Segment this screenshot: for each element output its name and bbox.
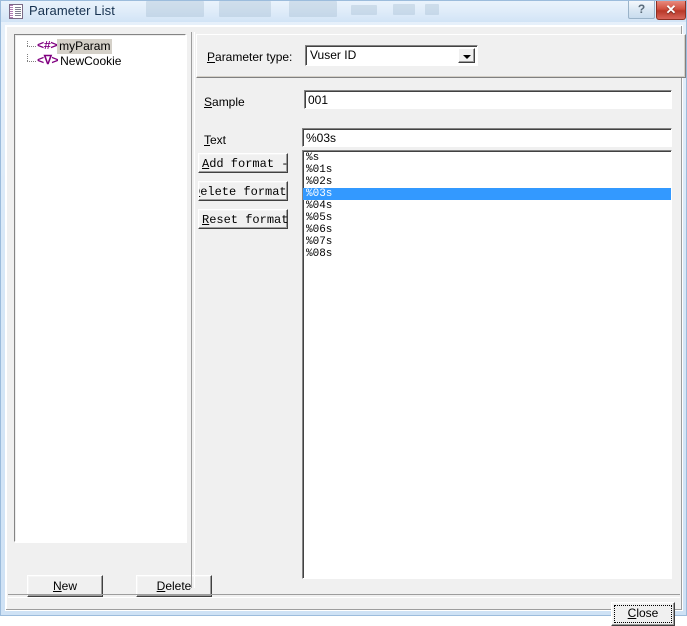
format-list-item[interactable]: %02s bbox=[303, 176, 671, 188]
background-window-ghost-6 bbox=[425, 4, 439, 15]
sample-input[interactable]: 001 bbox=[304, 90, 672, 109]
format-list-item[interactable]: %s bbox=[303, 152, 671, 164]
close-button-label: Close bbox=[627, 606, 659, 620]
tree-elbow-icon bbox=[19, 54, 37, 69]
dialog-client-area: <#> myParam <ᐁ> NewCookie New Delete Param… bbox=[5, 25, 686, 626]
delete-format-button-label: Delete format <- bbox=[199, 185, 287, 199]
tree-elbow-icon bbox=[19, 39, 37, 54]
add-format-button-label: Add format -> bbox=[202, 157, 288, 171]
numeric-param-icon: <#> bbox=[37, 39, 58, 53]
close-icon-button[interactable]: ✕ bbox=[656, 1, 686, 20]
parameter-type-value: Vuser ID bbox=[310, 48, 357, 62]
parameter-type-group: Parameter type: Vuser ID bbox=[196, 34, 686, 78]
background-window-ghost-2 bbox=[219, 1, 271, 17]
background-window-ghost-5 bbox=[393, 4, 415, 15]
background-window-ghost-4 bbox=[351, 5, 377, 15]
parameter-tree[interactable]: <#> myParam <ᐁ> NewCookie bbox=[14, 34, 186, 542]
text-label: Text bbox=[204, 133, 227, 147]
background-window-ghost-1 bbox=[146, 1, 204, 17]
background-window-ghost-3 bbox=[289, 1, 337, 17]
format-list-item[interactable]: %03s bbox=[303, 188, 671, 200]
format-list-item[interactable]: %04s bbox=[303, 200, 671, 212]
text-value: %03s bbox=[306, 131, 337, 145]
bottom-divider bbox=[8, 594, 680, 598]
delete-format-button[interactable]: Delete format <- bbox=[198, 181, 288, 201]
title-bar[interactable]: Parameter List bbox=[1, 1, 686, 22]
format-list-item[interactable]: %07s bbox=[303, 236, 671, 248]
tree-item-myparam[interactable]: <#> myParam bbox=[19, 39, 183, 54]
document-list-icon bbox=[9, 4, 23, 19]
sample-label: Sample bbox=[204, 95, 245, 109]
format-list-item[interactable]: %01s bbox=[303, 164, 671, 176]
new-button-label: New bbox=[52, 579, 77, 593]
add-format-button[interactable]: Add format -> bbox=[198, 153, 288, 173]
parameter-tree-content: <#> myParam <ᐁ> NewCookie bbox=[15, 35, 185, 541]
format-list-item[interactable]: %05s bbox=[303, 212, 671, 224]
help-button[interactable]: ? bbox=[628, 1, 655, 19]
delete-button-label: Delete bbox=[156, 579, 192, 593]
parameter-type-label: Parameter type: bbox=[207, 50, 293, 64]
reset-formats-button-label: Reset formats bbox=[202, 213, 288, 227]
sample-value: 001 bbox=[308, 93, 329, 107]
tree-item-label: NewCookie bbox=[60, 54, 122, 68]
parameter-detail-panel: Parameter type: Vuser ID Sample 001 Text… bbox=[194, 32, 686, 588]
format-list-item[interactable]: %06s bbox=[303, 224, 671, 236]
format-list[interactable]: %s %01s %02s %03s %04s %05s %06s %07s %08s bbox=[302, 150, 672, 579]
reset-formats-button[interactable]: Reset formats bbox=[198, 209, 288, 229]
parameter-type-select[interactable]: Vuser ID bbox=[305, 45, 478, 66]
close-button[interactable]: Close bbox=[611, 602, 675, 626]
format-list-item[interactable]: %08s bbox=[303, 248, 671, 260]
window-title: Parameter List bbox=[29, 3, 115, 18]
file-param-icon: <ᐁ> bbox=[37, 54, 59, 68]
text-input[interactable]: %03s bbox=[302, 128, 672, 147]
parameter-list-window: Parameter List ? ✕ <#> myParam <ᐁ> NewCook… bbox=[0, 0, 687, 626]
tree-item-newcookie[interactable]: <ᐁ> NewCookie bbox=[19, 54, 183, 69]
chevron-down-icon[interactable] bbox=[458, 48, 475, 63]
tree-item-label: myParam bbox=[57, 39, 113, 54]
